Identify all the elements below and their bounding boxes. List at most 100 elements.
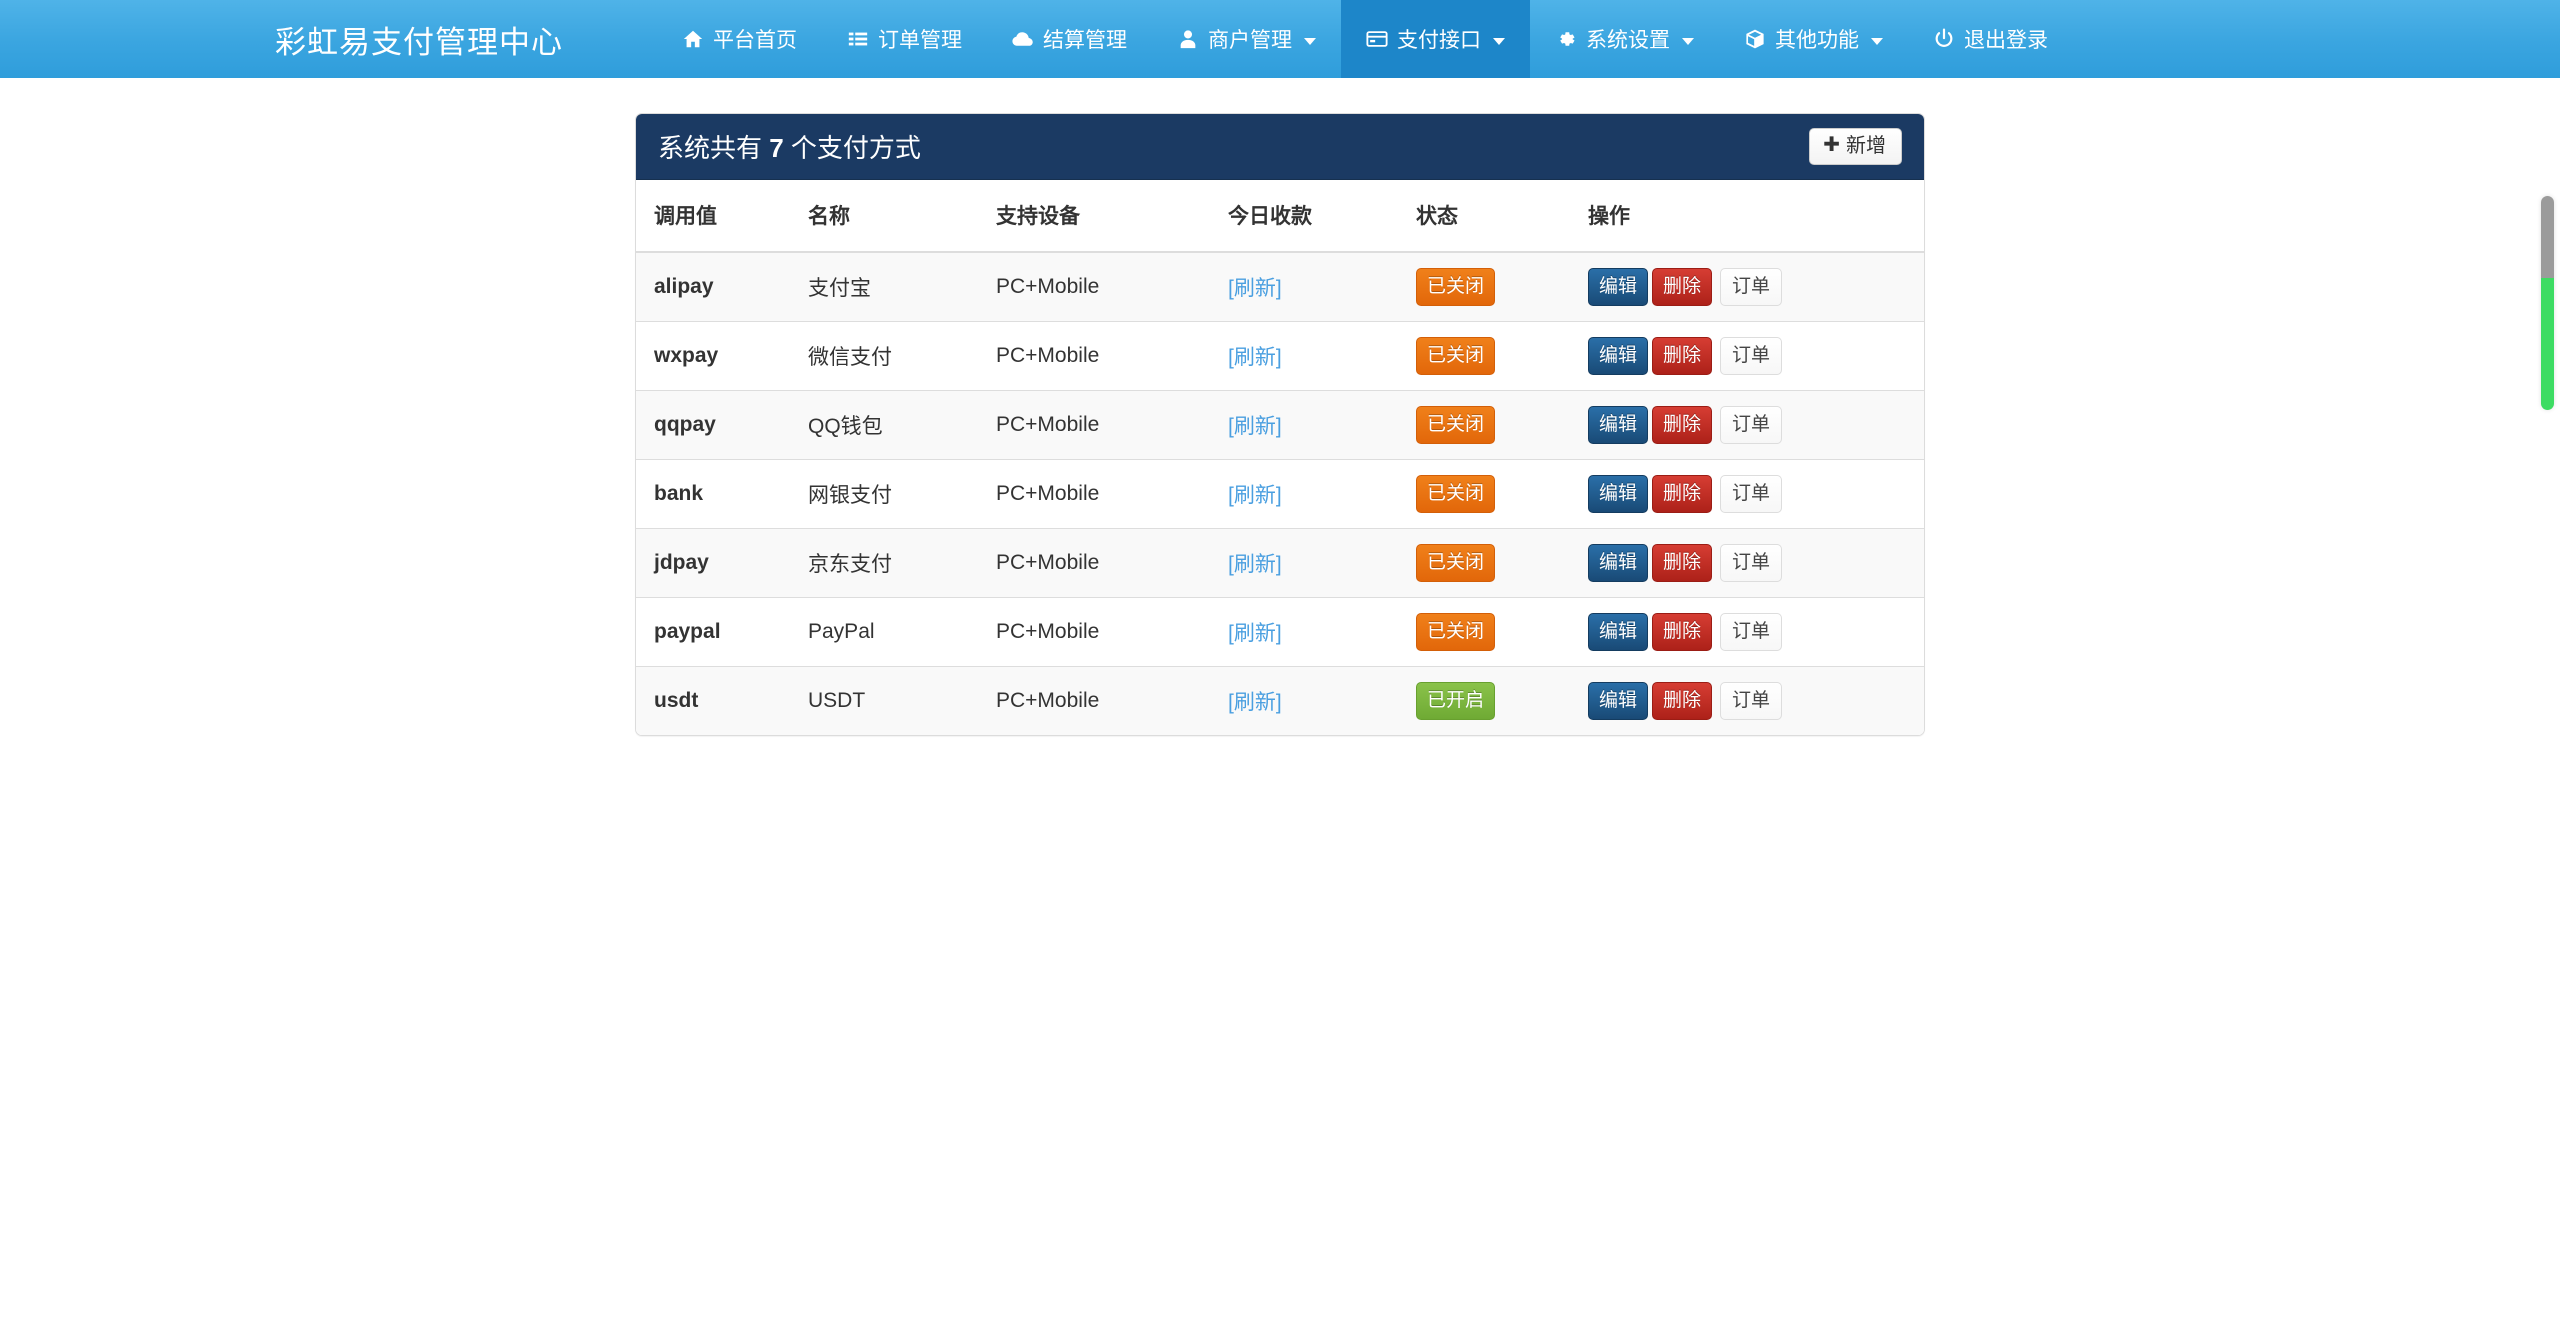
table-row: alipay 支付宝 PC+Mobile [刷新] 已关闭 编辑 删除 订单	[636, 251, 1924, 321]
edit-button[interactable]: 编辑	[1588, 612, 1649, 651]
power-icon	[1933, 28, 1955, 50]
delete-button[interactable]: 删除	[1652, 681, 1713, 720]
delete-button[interactable]: 删除	[1652, 336, 1713, 375]
delete-button[interactable]: 删除	[1652, 474, 1713, 513]
delete-button[interactable]: 删除	[1652, 267, 1713, 306]
edit-button[interactable]: 编辑	[1588, 267, 1649, 306]
cell-today-income: [刷新]	[1228, 251, 1416, 321]
payment-methods-table: 调用值 名称 支持设备 今日收款 状态 操作 alipay 支付宝 PC+Mobil…	[636, 180, 1924, 735]
cell-device: PC+Mobile	[996, 320, 1228, 390]
nav-item-label: 订单管理	[878, 29, 962, 52]
nav-item-订单管理[interactable]: 订单管理	[822, 0, 987, 78]
column-header-status: 状态	[1416, 180, 1588, 253]
refresh-link[interactable]: [刷新]	[1228, 484, 1282, 507]
panel-title-count: 7	[769, 133, 784, 163]
edit-button[interactable]: 编辑	[1588, 336, 1649, 375]
cell-name: QQ钱包	[808, 389, 996, 459]
refresh-link[interactable]: [刷新]	[1228, 553, 1282, 576]
page-scrollbar[interactable]	[2541, 78, 2554, 1322]
panel-title: 系统共有 7 个支付方式	[658, 128, 921, 165]
chevron-down-icon	[1493, 37, 1505, 45]
table-row: bank 网银支付 PC+Mobile [刷新] 已关闭 编辑 删除 订单	[636, 458, 1924, 528]
status-badge[interactable]: 已关闭	[1416, 336, 1496, 375]
nav-item-label: 其他功能	[1775, 29, 1859, 52]
chevron-down-icon	[1682, 37, 1694, 45]
cell-today-income: [刷新]	[1228, 596, 1416, 666]
chevron-down-icon	[1304, 37, 1316, 45]
cell-today-income: [刷新]	[1228, 320, 1416, 390]
cell-call-value: wxpay	[636, 320, 808, 390]
top-navbar: 彩虹易支付管理中心 平台首页 订单管理 结算管理 商户管理 支付接口 系统设置 其他功能 退出…	[0, 0, 2560, 78]
operation-buttons: 编辑 删除 订单	[1588, 681, 1924, 720]
edit-button[interactable]: 编辑	[1588, 405, 1649, 444]
plus-icon: ✚	[1823, 134, 1840, 156]
nav-item-label: 结算管理	[1043, 29, 1127, 52]
order-button[interactable]: 订单	[1720, 612, 1783, 651]
operation-buttons: 编辑 删除 订单	[1588, 543, 1924, 582]
operation-buttons: 编辑 删除 订单	[1588, 336, 1924, 375]
gear-icon	[1555, 28, 1577, 50]
nav-item-label: 退出登录	[1964, 29, 2048, 52]
cell-operations: 编辑 删除 订单	[1588, 596, 1924, 666]
nav-item-系统设置[interactable]: 系统设置	[1530, 0, 1719, 78]
add-button-label: 新增	[1846, 135, 1886, 157]
refresh-link[interactable]: [刷新]	[1228, 277, 1282, 300]
table-row: jdpay 京东支付 PC+Mobile [刷新] 已关闭 编辑 删除 订单	[636, 527, 1924, 597]
order-button[interactable]: 订单	[1720, 474, 1783, 513]
status-badge[interactable]: 已关闭	[1416, 612, 1496, 651]
order-button[interactable]: 订单	[1720, 543, 1783, 582]
refresh-link[interactable]: [刷新]	[1228, 415, 1282, 438]
scrollbar-thumb-lower[interactable]	[2541, 278, 2554, 410]
delete-button[interactable]: 删除	[1652, 543, 1713, 582]
column-header-today: 今日收款	[1228, 180, 1416, 253]
status-badge[interactable]: 已关闭	[1416, 474, 1496, 513]
order-button[interactable]: 订单	[1720, 336, 1783, 375]
nav-item-支付接口[interactable]: 支付接口	[1341, 0, 1530, 78]
cell-today-income: [刷新]	[1228, 458, 1416, 528]
cell-operations: 编辑 删除 订单	[1588, 389, 1924, 459]
status-badge[interactable]: 已关闭	[1416, 543, 1496, 582]
nav-item-其他功能[interactable]: 其他功能	[1719, 0, 1908, 78]
cell-call-value: bank	[636, 458, 808, 528]
cell-status: 已关闭	[1416, 251, 1588, 321]
refresh-link[interactable]: [刷新]	[1228, 346, 1282, 369]
nav-item-label: 系统设置	[1586, 29, 1670, 52]
order-button[interactable]: 订单	[1720, 405, 1783, 444]
page-body: 系统共有 7 个支付方式 ✚ 新增 调用值 名称 支持设备 今日收款 状态 操作	[0, 78, 2560, 1322]
cell-status: 已关闭	[1416, 458, 1588, 528]
edit-button[interactable]: 编辑	[1588, 474, 1649, 513]
delete-button[interactable]: 删除	[1652, 405, 1713, 444]
refresh-link[interactable]: [刷新]	[1228, 622, 1282, 645]
table-row: usdt USDT PC+Mobile [刷新] 已开启 编辑 删除 订单	[636, 665, 1924, 735]
refresh-link[interactable]: [刷新]	[1228, 691, 1282, 714]
cell-today-income: [刷新]	[1228, 389, 1416, 459]
delete-button[interactable]: 删除	[1652, 612, 1713, 651]
credit-card-icon	[1366, 28, 1388, 50]
nav-item-商户管理[interactable]: 商户管理	[1152, 0, 1341, 78]
status-badge[interactable]: 已开启	[1416, 681, 1496, 720]
edit-button[interactable]: 编辑	[1588, 681, 1649, 720]
nav-item-结算管理[interactable]: 结算管理	[987, 0, 1152, 78]
nav-item-label: 平台首页	[713, 29, 797, 52]
nav-item-退出登录[interactable]: 退出登录	[1908, 0, 2073, 78]
table-body: alipay 支付宝 PC+Mobile [刷新] 已关闭 编辑 删除 订单 wxpay 微信支付…	[636, 251, 1924, 735]
status-badge[interactable]: 已关闭	[1416, 405, 1496, 444]
order-button[interactable]: 订单	[1720, 681, 1783, 720]
add-payment-method-button[interactable]: ✚ 新增	[1809, 128, 1902, 165]
cell-call-value: jdpay	[636, 527, 808, 597]
cell-device: PC+Mobile	[996, 665, 1228, 735]
cell-call-value: usdt	[636, 665, 808, 735]
status-badge[interactable]: 已关闭	[1416, 267, 1496, 306]
cell-name: 网银支付	[808, 458, 996, 528]
scrollbar-thumb-upper[interactable]	[2541, 196, 2554, 278]
edit-button[interactable]: 编辑	[1588, 543, 1649, 582]
order-button[interactable]: 订单	[1720, 267, 1783, 306]
cell-name: PayPal	[808, 596, 996, 666]
nav-item-label: 支付接口	[1397, 29, 1481, 52]
cube-icon	[1744, 28, 1766, 50]
cell-name: 京东支付	[808, 527, 996, 597]
nav-item-平台首页[interactable]: 平台首页	[657, 0, 822, 78]
table-row: qqpay QQ钱包 PC+Mobile [刷新] 已关闭 编辑 删除 订单	[636, 389, 1924, 459]
cell-device: PC+Mobile	[996, 251, 1228, 321]
table-row: wxpay 微信支付 PC+Mobile [刷新] 已关闭 编辑 删除 订单	[636, 320, 1924, 390]
